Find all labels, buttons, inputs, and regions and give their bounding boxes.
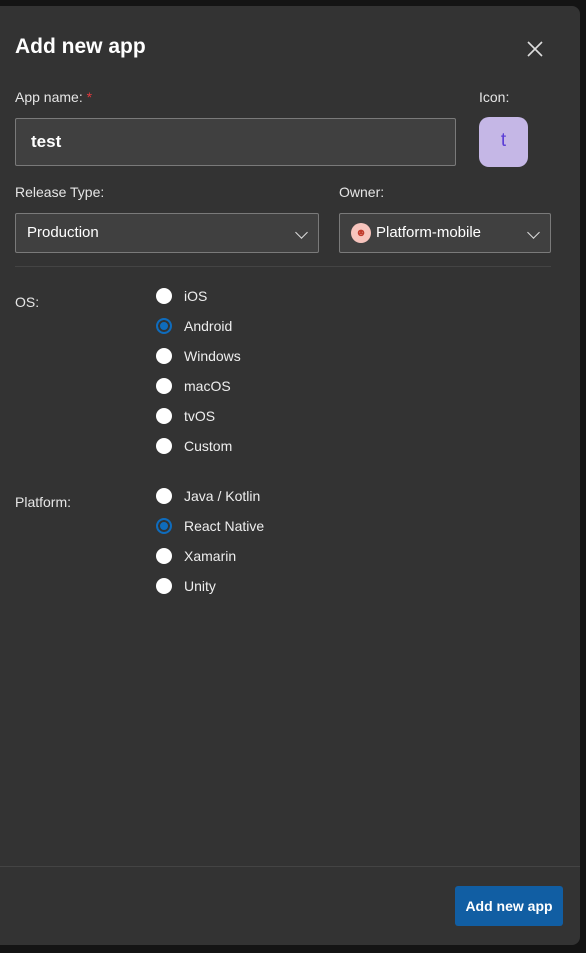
radio-label: iOS <box>184 288 208 304</box>
owner-select[interactable]: ☻ Platform-mobile <box>339 213 551 253</box>
radio-label: macOS <box>184 378 231 394</box>
close-icon <box>527 41 543 57</box>
divider <box>15 266 551 267</box>
icon-label: Icon: <box>479 89 510 105</box>
release-type-label: Release Type: <box>15 184 105 200</box>
owner-value: Platform-mobile <box>376 224 482 241</box>
app-icon-picker[interactable]: t <box>479 117 528 167</box>
app-name-input[interactable]: test <box>15 118 456 166</box>
radio-label: Android <box>184 318 233 334</box>
os-label: OS: <box>15 294 40 310</box>
radio-platform-xamarin[interactable]: Xamarin <box>156 546 236 566</box>
radio-platform-java-kotlin[interactable]: Java / Kotlin <box>156 486 260 506</box>
radio-label: Windows <box>184 348 241 364</box>
radio-label: Java / Kotlin <box>184 488 261 504</box>
radio-button[interactable] <box>156 518 172 534</box>
app-name-label: App name: * <box>15 89 93 105</box>
required-mark: * <box>86 89 93 105</box>
radio-button[interactable] <box>156 488 172 504</box>
dialog-title: Add new app <box>15 35 146 58</box>
radio-button[interactable] <box>156 288 172 304</box>
release-type-select[interactable]: Production <box>15 213 319 253</box>
radio-os-android[interactable]: Android <box>156 316 232 336</box>
radio-platform-react-native[interactable]: React Native <box>156 516 264 536</box>
radio-platform-unity[interactable]: Unity <box>156 576 216 596</box>
radio-button[interactable] <box>156 548 172 564</box>
radio-label: Unity <box>184 578 216 594</box>
radio-label: Custom <box>184 438 233 454</box>
radio-os-windows[interactable]: Windows <box>156 346 241 366</box>
radio-os-ios[interactable]: iOS <box>156 286 207 306</box>
chevron-down-icon <box>527 226 540 239</box>
radio-button[interactable] <box>156 348 172 364</box>
radio-button[interactable] <box>156 318 172 334</box>
radio-os-macos[interactable]: macOS <box>156 376 231 396</box>
radio-button[interactable] <box>156 408 172 424</box>
people-icon: ☻ <box>351 223 371 243</box>
radio-label: React Native <box>184 518 265 534</box>
platform-label: Platform: <box>15 494 72 510</box>
footer-divider <box>0 866 580 867</box>
chevron-down-icon <box>295 226 308 239</box>
radio-os-tvos[interactable]: tvOS <box>156 406 215 426</box>
radio-os-custom[interactable]: Custom <box>156 436 232 456</box>
radio-button[interactable] <box>156 578 172 594</box>
add-app-dialog: Add new app App name: * test Icon: t Rel… <box>0 6 580 945</box>
radio-label: tvOS <box>184 408 216 424</box>
owner-label: Owner: <box>339 184 385 200</box>
radio-label: Xamarin <box>184 548 237 564</box>
radio-button[interactable] <box>156 438 172 454</box>
add-new-app-button[interactable]: Add new app <box>455 886 563 926</box>
radio-button[interactable] <box>156 378 172 394</box>
close-button[interactable] <box>522 36 548 62</box>
release-type-value: Production <box>27 224 99 241</box>
